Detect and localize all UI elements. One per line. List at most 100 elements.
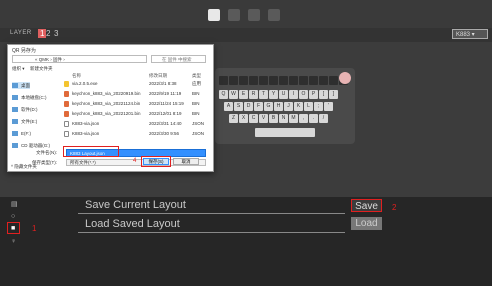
save-layout-label: Save Current Layout — [85, 199, 186, 211]
file-row[interactable]: via.2.0.5.exe 2022/3/1 8:38 应用 — [64, 80, 209, 88]
column-type[interactable]: 类型 — [192, 73, 201, 79]
drive-icon — [12, 95, 18, 100]
file-name: K883-via.json — [72, 131, 100, 136]
keycap[interactable]: T — [259, 90, 268, 99]
layer-3-button[interactable]: 3 — [54, 29, 58, 38]
keycap[interactable]: R — [249, 90, 258, 99]
sidebar-item-d[interactable]: 软件(D:) — [12, 106, 38, 113]
macro-icon[interactable] — [248, 9, 260, 21]
keycap[interactable]: V — [259, 114, 268, 123]
exe-icon — [64, 81, 69, 87]
load-button[interactable]: Load — [351, 217, 382, 230]
hide-folders-button[interactable]: ^ 隐藏文件夹 — [11, 164, 37, 170]
keycap[interactable]: M — [289, 114, 298, 123]
keycap[interactable]: K — [294, 102, 303, 111]
keycap[interactable]: I — [289, 90, 298, 99]
keycap[interactable] — [229, 76, 238, 85]
keycap[interactable]: Q — [219, 90, 228, 99]
keycap[interactable]: A — [224, 102, 233, 111]
keycap[interactable] — [279, 76, 288, 85]
circle-icon[interactable]: ○ — [11, 213, 18, 220]
keycap[interactable]: D — [244, 102, 253, 111]
keycap[interactable]: Y — [269, 90, 278, 99]
keycap[interactable]: H — [274, 102, 283, 111]
layer-2-button[interactable]: 2 — [46, 29, 50, 38]
file-row[interactable]: keychron_k883_via_20220919.bin 2022/9/19 … — [64, 90, 209, 98]
column-date[interactable]: 修改日期 — [149, 73, 167, 79]
file-row[interactable]: K883-via.json 2022/3/30 9:56 JSON — [64, 130, 209, 138]
sidebar-item-e[interactable]: 文件(E:) — [12, 118, 37, 125]
save-icon-highlight — [7, 222, 20, 234]
keycap[interactable]: S — [234, 102, 243, 111]
keycap[interactable]: C — [249, 114, 258, 123]
spacebar-key[interactable] — [255, 128, 315, 137]
keycap[interactable] — [249, 76, 258, 85]
layer-label: LAYER — [10, 30, 32, 36]
file-type: BIN — [192, 111, 200, 116]
keycap[interactable]: ] — [329, 90, 338, 99]
keyboard-select[interactable]: K883 ▾ — [452, 29, 488, 39]
bulb-icon[interactable]: ♀ — [11, 238, 18, 245]
file-row[interactable]: keychron_k883_via_20221201.bin 2022/12/01… — [64, 110, 209, 118]
file-type: BIN — [192, 101, 200, 106]
column-name[interactable]: 名称 — [72, 73, 81, 79]
json-file-icon — [64, 131, 69, 137]
keycap[interactable]: J — [284, 102, 293, 111]
keycap[interactable] — [289, 76, 298, 85]
keycap[interactable]: G — [264, 102, 273, 111]
keycap[interactable]: , — [299, 114, 308, 123]
keycap[interactable]: W — [229, 90, 238, 99]
keycap[interactable]: U — [279, 90, 288, 99]
dialog-cancel-button[interactable]: 取消 — [173, 158, 199, 165]
keycap[interactable] — [269, 76, 278, 85]
annotation-4: 4 — [133, 158, 137, 164]
address-path: « QMK › 固件 › — [35, 57, 65, 62]
keycap[interactable]: L — [304, 102, 313, 111]
keycap[interactable]: [ — [319, 90, 328, 99]
address-bar[interactable]: « QMK › 固件 › — [12, 55, 147, 63]
filetype-value: 所有文件(*.*) — [70, 160, 96, 165]
keycap[interactable]: X — [239, 114, 248, 123]
sidebar-label: 软件(D:) — [21, 107, 38, 112]
keycap[interactable]: Z — [229, 114, 238, 123]
keycap[interactable]: . — [309, 114, 318, 123]
keycap[interactable]: ' — [324, 102, 333, 111]
file-date: 2022/3/1 8:38 — [149, 81, 177, 86]
keycap[interactable] — [309, 76, 318, 85]
sidebar-label: CD 驱动器(G:) — [21, 143, 50, 148]
keycap[interactable] — [319, 76, 328, 85]
keycap[interactable] — [299, 76, 308, 85]
sidebar-item-desktop[interactable]: 桌面 — [12, 82, 30, 89]
search-input[interactable]: 在 固件 中搜索 — [151, 55, 206, 63]
keycap[interactable]: B — [269, 114, 278, 123]
file-row[interactable]: keychron_k883_via_20221124.bin 2022/11/24… — [64, 100, 209, 108]
keycap[interactable]: / — [319, 114, 328, 123]
keycap[interactable]: O — [299, 90, 308, 99]
annotation-1: 1 — [32, 224, 37, 233]
new-folder-button[interactable]: 新建文件夹 — [30, 66, 53, 72]
keycap[interactable] — [239, 76, 248, 85]
keycap[interactable] — [329, 76, 338, 85]
sidebar-label: 文件(E:) — [21, 119, 38, 124]
keycap[interactable]: ; — [314, 102, 323, 111]
keycap[interactable]: P — [309, 90, 318, 99]
save-button[interactable]: Save — [351, 199, 382, 212]
sidebar-item-f[interactable]: E(F:) — [12, 130, 31, 137]
settings-icon[interactable] — [268, 9, 280, 21]
keycap[interactable]: E — [239, 90, 248, 99]
keyboard-icon[interactable] — [208, 9, 220, 21]
keycap[interactable]: F — [254, 102, 263, 111]
lighting-icon[interactable] — [228, 9, 240, 21]
keyboard-visual: Q W E R T Y U I O P[] A S D F G H J K L; ' Z X C V B N M,. / — [215, 68, 355, 144]
layout-icon[interactable]: ▤ — [11, 201, 18, 208]
keycap[interactable] — [259, 76, 268, 85]
organize-button[interactable]: 组织 ▾ — [12, 66, 25, 72]
knob[interactable] — [339, 72, 351, 84]
keycap[interactable] — [219, 76, 228, 85]
file-row[interactable]: K883-via.json 2022/3/31 14:40 JSON — [64, 120, 209, 128]
folder-icon — [12, 83, 18, 88]
keycap[interactable]: N — [279, 114, 288, 123]
file-name: keychron_k883_via_20220919.bin — [72, 91, 141, 96]
sidebar-item-c[interactable]: 本地磁盘(C:) — [12, 94, 47, 101]
sidebar-item-g[interactable]: CD 驱动器(G:) — [12, 142, 50, 149]
